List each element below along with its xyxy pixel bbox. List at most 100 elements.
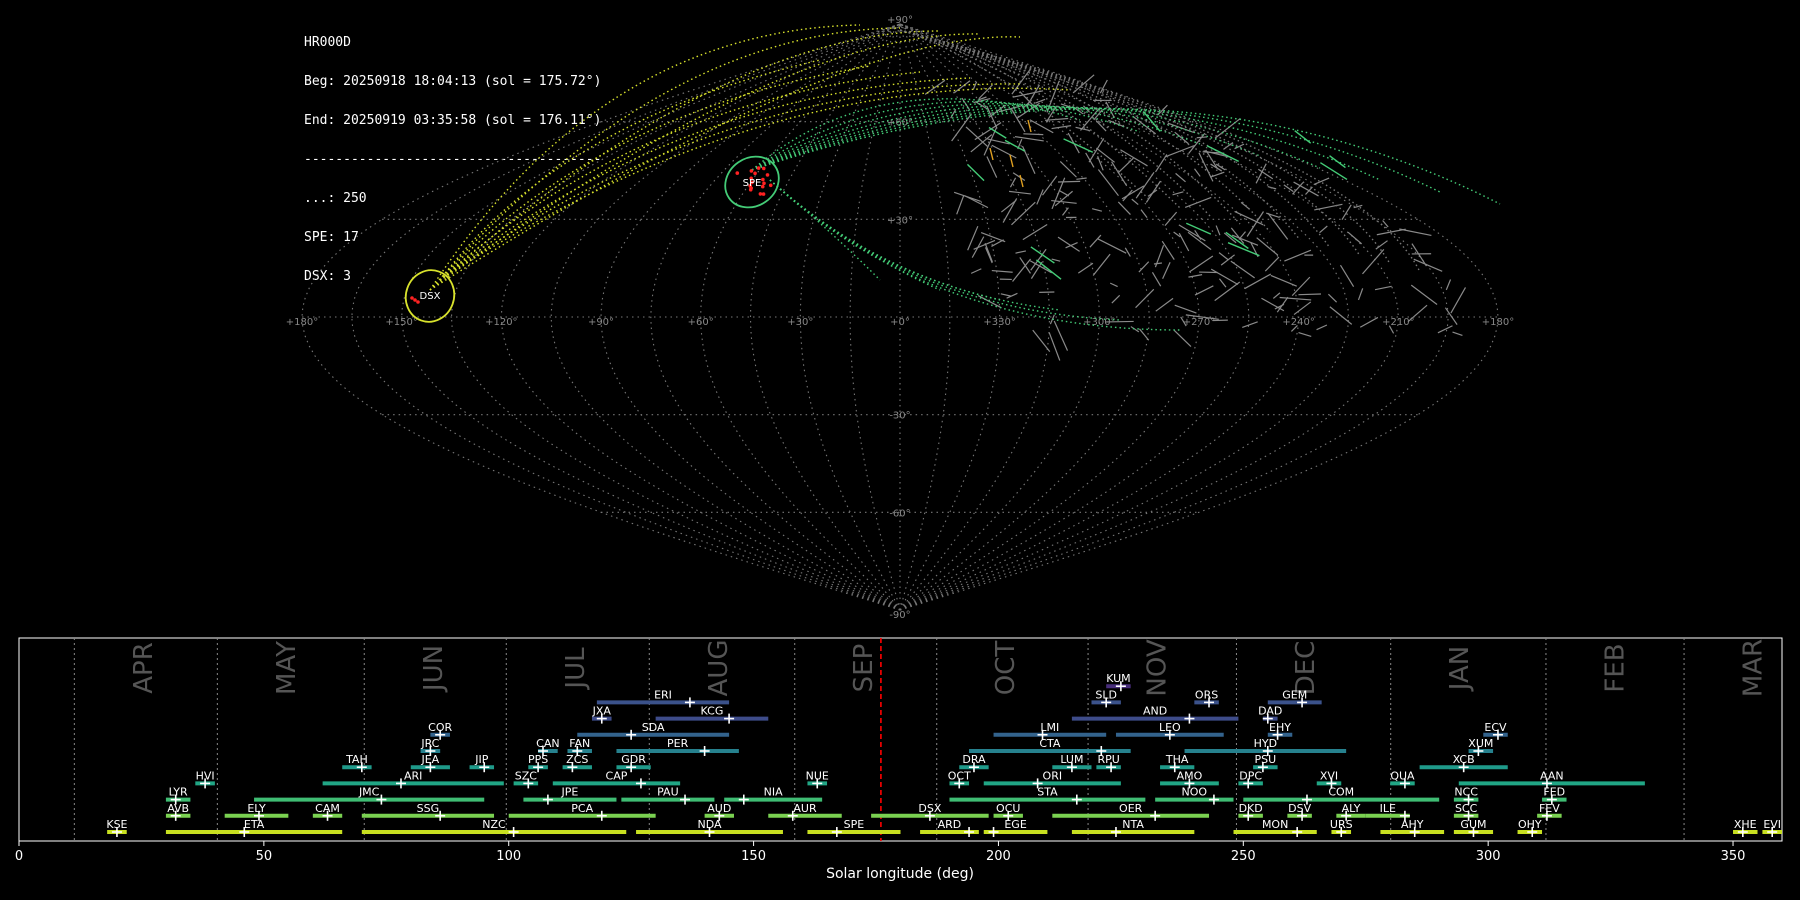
shower-label-rpu: RPU <box>1097 753 1119 766</box>
shower-label-evi: EVI <box>1763 818 1781 831</box>
shower-label-gem: GEM <box>1282 688 1307 701</box>
shower-label-nia: NIA <box>764 786 783 799</box>
shower-label-oct: OCT <box>948 769 971 782</box>
x-tick-label: 100 <box>496 849 521 864</box>
x-tick-label: 300 <box>1476 849 1501 864</box>
shower-label-dsv: DSV <box>1288 802 1311 815</box>
shower-label-qua: QUA <box>1390 769 1415 782</box>
shower-label-fev: FEV <box>1539 802 1560 815</box>
shower-label-ori: ORI <box>1043 769 1063 782</box>
shower-label-cap: CAP <box>606 769 628 782</box>
shower-label-tah: TAH <box>345 753 368 766</box>
shower-label-nue: NUE <box>806 769 829 782</box>
shower-label-lmi: LMI <box>1040 721 1059 734</box>
shower-label-ile: ILE <box>1380 802 1396 815</box>
month-label: APR <box>129 642 159 694</box>
month-label: NOV <box>1143 639 1173 696</box>
shower-label-gdr: GDR <box>621 753 646 766</box>
x-tick-label: 250 <box>1231 849 1256 864</box>
x-axis-label: Solar longitude (deg) <box>826 866 974 882</box>
shower-label-ohy: OHY <box>1518 818 1542 831</box>
month-label: DEC <box>1291 641 1321 696</box>
shower-label-ahy: AHY <box>1401 818 1424 831</box>
shower-label-pau: PAU <box>657 786 679 799</box>
x-tick-label: 200 <box>986 849 1011 864</box>
shower-label-avb: AVB <box>167 802 189 815</box>
shower-label-hvi: HVI <box>196 769 215 782</box>
x-tick-label: 150 <box>741 849 766 864</box>
shower-label-jmc: JMC <box>358 786 380 799</box>
shower-label-xvi: XVI <box>1320 769 1338 782</box>
month-label: MAY <box>272 641 302 695</box>
shower-label-kum: KUM <box>1106 672 1130 685</box>
shower-label-ari: ARI <box>404 769 422 782</box>
shower-label-ssg: SSG <box>417 802 440 815</box>
shower-label-can: CAN <box>536 737 559 750</box>
shower-label-lyr: LYR <box>169 786 188 799</box>
shower-label-tha: THA <box>1165 753 1189 766</box>
month-label: JUN <box>419 645 449 693</box>
shower-label-dad: DAD <box>1258 705 1282 718</box>
shower-label-ncc: NCC <box>1454 786 1478 799</box>
month-label: MAR <box>1739 639 1769 697</box>
shower-label-jea: JEA <box>420 753 439 766</box>
shower-label-dkd: DKD <box>1239 802 1263 815</box>
shower-label-leo: LEO <box>1159 721 1181 734</box>
shower-label-jip: JIP <box>474 753 488 766</box>
shower-label-fan: FAN <box>569 737 590 750</box>
shower-label-nda: NDA <box>697 818 722 831</box>
shower-label-cta: CTA <box>1039 737 1061 750</box>
shower-label-nta: NTA <box>1122 818 1144 831</box>
month-label: OCT <box>991 641 1021 696</box>
shower-label-kcg: KCG <box>701 705 724 718</box>
shower-label-jrc: JRC <box>420 737 439 750</box>
shower-label-mon: MON <box>1262 818 1288 831</box>
shower-label-and: AND <box>1143 705 1167 718</box>
shower-label-cam: CAM <box>315 802 340 815</box>
shower-label-ors: ORS <box>1195 688 1218 701</box>
shower-label-spe: SPE <box>844 818 865 831</box>
shower-label-dsx: DSX <box>918 802 941 815</box>
shower-label-ecv: ECV <box>1484 721 1507 734</box>
shower-label-ely: ELY <box>247 802 266 815</box>
x-tick-label: 50 <box>256 849 273 864</box>
x-tick-label: 0 <box>15 849 23 864</box>
shower-label-amo: AMO <box>1177 769 1203 782</box>
shower-label-fed: FED <box>1543 786 1565 799</box>
shower-label-sld: SLD <box>1095 688 1117 701</box>
shower-label-cor: COR <box>428 721 452 734</box>
shower-label-ard: ARD <box>938 818 962 831</box>
shower-label-noo: NOO <box>1182 786 1208 799</box>
shower-label-ocu: OCU <box>996 802 1020 815</box>
shower-label-xcb: XCB <box>1453 753 1475 766</box>
month-label: SEP <box>849 644 879 693</box>
month-label: FEB <box>1600 643 1630 692</box>
shower-label-per: PER <box>667 737 689 750</box>
shower-label-zcs: ZCS <box>566 753 588 766</box>
shower-label-pps: PPS <box>528 753 548 766</box>
shower-label-scc: SCC <box>1455 802 1478 815</box>
shower-label-ege: EGE <box>1004 818 1026 831</box>
shower-activity-chart: APR MAY JUN JUL AUG SEP OCT NOV DEC JAN FEB MAR KUM S… <box>15 637 1783 864</box>
shower-label-aan: AAN <box>1540 769 1564 782</box>
shower-label-eta: ETA <box>244 818 265 831</box>
shower-label-ehy: EHY <box>1269 721 1291 734</box>
shower-label-com: COM <box>1328 786 1354 799</box>
shower-label-sta: STA <box>1037 786 1058 799</box>
shower-label-aly: ALY <box>1342 802 1361 815</box>
month-label: JAN <box>1445 646 1475 692</box>
shower-label-lum: LUM <box>1060 753 1083 766</box>
shower-label-psu: PSU <box>1255 753 1277 766</box>
shower-label-oer: OER <box>1119 802 1143 815</box>
shower-label-hyd: HYD <box>1254 737 1277 750</box>
shower-label-xhe: XHE <box>1734 818 1757 831</box>
shower-label-jxa: JXA <box>592 705 612 718</box>
shower-label-sda: SDA <box>642 721 665 734</box>
shower-label-szc: SZC <box>515 769 538 782</box>
shower-label-aud: AUD <box>707 802 731 815</box>
shower-label-aur: AUR <box>793 802 817 815</box>
shower-label-xum: XUM <box>1468 737 1493 750</box>
shower-label-jpe: JPE <box>561 786 579 799</box>
shower-label-pca: PCA <box>571 802 593 815</box>
x-tick-label: 350 <box>1721 849 1746 864</box>
